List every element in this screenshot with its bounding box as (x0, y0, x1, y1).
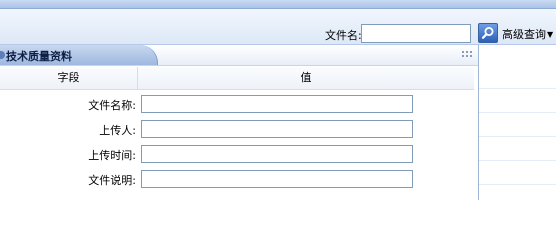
uploader-field-input[interactable] (141, 120, 413, 138)
uploader-field-label: 上传人: (99, 124, 136, 137)
background-list-row (478, 160, 556, 185)
column-header: 字段 值 (0, 67, 474, 90)
filename-search-input[interactable] (361, 24, 471, 43)
panel-title: 技术质量资料 (6, 50, 72, 63)
advanced-query-label: 高级查询 (502, 28, 546, 41)
form-row-description: 文件说明: (0, 167, 474, 191)
form-row-filename: 文件名称: (0, 92, 474, 116)
background-list-row (478, 64, 556, 89)
upload-time-field-input[interactable] (141, 145, 413, 163)
description-field-input[interactable] (141, 170, 413, 188)
background-list-row (478, 136, 556, 161)
panel-header: 技术质量资料 (0, 45, 478, 66)
grip-icon[interactable] (462, 51, 472, 59)
search-toolbar: 文件名: 高级查询▼ (0, 9, 556, 45)
column-header-value: 值 (300, 71, 312, 84)
search-icon (481, 27, 494, 39)
form-row-upload-time: 上传时间: (0, 142, 474, 166)
tab-marker-icon (0, 51, 5, 59)
upload-time-field-label: 上传时间: (88, 149, 136, 162)
filename-field-input[interactable] (141, 95, 413, 113)
background-list-row (478, 112, 556, 137)
form-row-uploader: 上传人: (0, 117, 474, 141)
advanced-query-button[interactable]: 高级查询▼ (502, 26, 553, 42)
top-strip (0, 0, 556, 9)
chevron-down-icon: ▼ (547, 30, 554, 39)
description-field-label: 文件说明: (88, 174, 136, 187)
panel-title-tab[interactable]: 技术质量资料 (0, 45, 158, 65)
background-list-row (478, 88, 556, 113)
search-button[interactable] (478, 23, 498, 43)
column-header-field: 字段 (0, 67, 138, 89)
filename-label: 文件名: (325, 29, 362, 42)
detail-panel: 技术质量资料 字段 值 文件名称: 上传人: 上传时间: 文件说明: (0, 45, 479, 200)
filename-field-label: 文件名称: (88, 99, 136, 112)
